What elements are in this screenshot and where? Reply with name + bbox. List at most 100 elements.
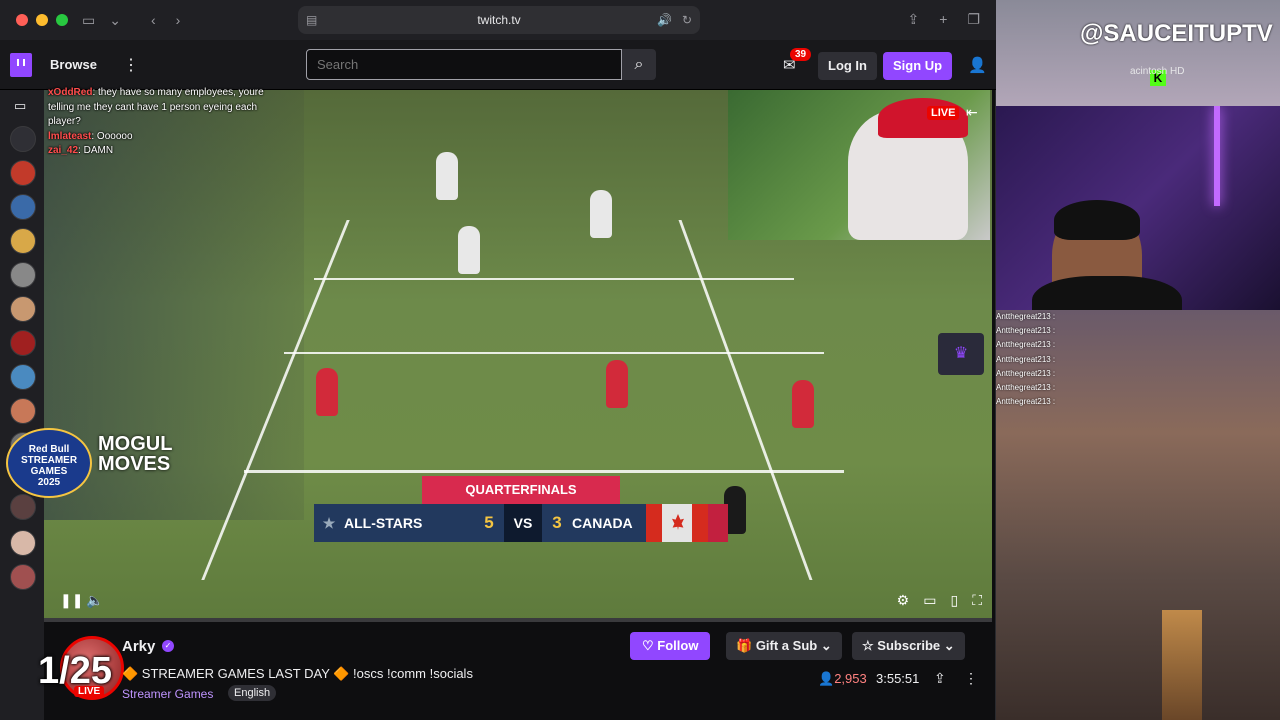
player-figure xyxy=(316,368,338,416)
star-icon: ☆ xyxy=(862,638,878,653)
canada-flag-icon xyxy=(646,504,708,542)
channel-avatar[interactable] xyxy=(10,194,36,220)
category-link[interactable]: Streamer Games xyxy=(122,687,213,701)
tab-overview-icon[interactable]: ❐ xyxy=(967,11,980,28)
fullscreen-icon[interactable]: ⛶ xyxy=(972,592,982,609)
language-tag[interactable]: English xyxy=(228,685,277,701)
search-button[interactable]: ⌕ xyxy=(622,49,656,80)
team1-score: 5 xyxy=(484,513,494,532)
settings-gear-icon[interactable]: ⚙ xyxy=(897,592,910,609)
theatre-mode-icon[interactable]: ▯ xyxy=(950,592,958,609)
player-controls: ❚❚ 🔈 ⚙ ▭ ▯ ⛶ xyxy=(44,588,992,618)
browser-toolbar: ▭ ⌄ ‹ › ▤ twitch.tv 🔊 ↻ ⇪ + ❐ xyxy=(0,0,996,40)
stream-chat-overlay: xOddRed: they have so many employees, yo… xyxy=(48,86,268,159)
mini-chat-line: Antthegreat213 : xyxy=(996,312,1056,321)
mini-chat-line: Antthegreat213 : xyxy=(996,383,1056,393)
sidebar-toggle-icon[interactable]: ▭ xyxy=(82,12,95,29)
scoreboard: QUARTERFINALS ★ ALL-STARS 5 VS 3 CANADA xyxy=(314,476,728,546)
more-menu-icon[interactable]: ⋮ xyxy=(123,55,139,75)
viewer-icon: 👤 xyxy=(818,671,835,686)
collapse-rail-icon[interactable]: ▭ xyxy=(14,98,26,114)
stream-title: 🔶 STREAMER GAMES LAST DAY 🔶 !oscs !comm … xyxy=(122,666,473,681)
followed-channels-rail: ▭ ▭ xyxy=(0,90,44,720)
crown-icon: ♛ xyxy=(938,333,984,375)
player-figure xyxy=(606,360,628,408)
score-bar: ★ ALL-STARS 5 VS 3 CANADA xyxy=(314,504,728,542)
gift-icon: 🎁 xyxy=(736,638,756,653)
chevron-down-icon: ⌄ xyxy=(943,638,955,653)
viewer-count-value: 2,953 xyxy=(834,671,867,686)
seek-bar[interactable] xyxy=(44,618,992,622)
subscribe-button[interactable]: ☆ Subscribe ⌄ xyxy=(852,632,965,660)
pause-icon[interactable]: ❚❚ xyxy=(60,592,83,609)
back-icon[interactable]: ‹ xyxy=(151,12,156,28)
volume-icon[interactable]: 🔈 xyxy=(86,592,103,609)
gift-sub-button[interactable]: 🎁 Gift a Sub ⌄ xyxy=(726,632,842,660)
logo-year: 2025 xyxy=(37,477,61,488)
chat-text: DAMN xyxy=(83,145,114,156)
channel-avatar[interactable] xyxy=(10,564,36,590)
vs-label: VS xyxy=(504,504,542,542)
share-icon[interactable]: ⇪ xyxy=(908,11,920,28)
user-menu-icon[interactable]: 👤 xyxy=(968,56,987,74)
chat-username: xOddRed xyxy=(48,87,93,98)
star-icon: ★ xyxy=(322,514,336,531)
login-button[interactable]: Log In xyxy=(818,52,877,80)
reload-icon[interactable]: ↻ xyxy=(682,13,692,27)
audio-playing-icon[interactable]: 🔊 xyxy=(657,13,672,27)
channel-avatar[interactable] xyxy=(10,398,36,424)
channel-avatar[interactable] xyxy=(10,262,36,288)
chat-username: lmlateast xyxy=(48,130,92,142)
mini-chat-line: Antthegreat213 : xyxy=(996,368,1056,378)
streamer-handle: @SAUCEITUPTV xyxy=(1080,20,1273,47)
follow-button[interactable]: ♡ Follow xyxy=(630,632,711,660)
channel-avatar[interactable] xyxy=(10,330,36,356)
window-controls xyxy=(16,14,68,26)
channel-avatar[interactable] xyxy=(10,228,36,254)
close-window-button[interactable] xyxy=(16,14,28,26)
forward-icon[interactable]: › xyxy=(176,12,181,28)
minimize-window-button[interactable] xyxy=(36,14,48,26)
channel-avatar[interactable] xyxy=(10,530,36,556)
heart-icon: ♡ xyxy=(642,638,658,653)
new-tab-icon[interactable]: + xyxy=(939,11,947,28)
gift-label: Gift a Sub xyxy=(755,638,818,653)
twitch-logo-icon[interactable] xyxy=(10,52,32,77)
address-bar[interactable]: ▤ twitch.tv 🔊 ↻ xyxy=(298,6,700,34)
logo-line2: STREAMER GAMES xyxy=(20,455,78,477)
channel-info-bar: LIVE Arky ✓ 🔶 STREAMER GAMES LAST DAY 🔶 … xyxy=(44,628,992,720)
share-icon[interactable]: ⇪ xyxy=(934,670,946,687)
player-figure xyxy=(436,152,458,200)
follow-label: Follow xyxy=(657,638,699,653)
player-figure xyxy=(792,380,814,428)
channel-name[interactable]: Arky xyxy=(122,638,155,655)
chat-username: zai_42 xyxy=(48,145,79,156)
mini-chat-line: Antthegreat213 : xyxy=(996,326,1056,336)
search-input[interactable] xyxy=(306,49,622,80)
browse-link[interactable]: Browse xyxy=(50,57,97,72)
desktop-drive-label: acintosh HD xyxy=(1130,66,1185,77)
signup-button[interactable]: Sign Up xyxy=(883,52,953,80)
chat-message: zai_42: DAMN xyxy=(48,145,114,156)
channel-avatar[interactable] xyxy=(10,364,36,390)
channel-avatar[interactable] xyxy=(10,296,36,322)
logo-line1: Red Bull xyxy=(28,444,70,455)
round-label: QUARTERFINALS xyxy=(422,476,620,504)
exit-pip-icon[interactable]: ⇤ xyxy=(966,104,978,121)
twitch-top-nav: Browse ⋮ ⌕ ✉ 39 Log In Sign Up 👤 xyxy=(0,40,996,90)
verified-icon: ✓ xyxy=(162,640,174,652)
channel-avatar[interactable] xyxy=(10,160,36,186)
fullscreen-window-button[interactable] xyxy=(56,14,68,26)
chevron-down-icon[interactable]: ⌄ xyxy=(109,12,121,29)
led-strip xyxy=(1214,106,1220,206)
viewer-count: 👤2,953 xyxy=(818,671,867,687)
channel-avatar[interactable] xyxy=(10,126,36,152)
reader-icon[interactable]: ▤ xyxy=(306,13,317,27)
more-options-icon[interactable]: ⋮ xyxy=(964,670,978,687)
desktop-background xyxy=(996,0,1280,106)
notification-badge: 39 xyxy=(790,48,812,61)
search-icon: ⌕ xyxy=(634,55,644,73)
captions-icon[interactable]: ▭ xyxy=(923,592,936,609)
subscribe-label: Subscribe xyxy=(877,638,941,653)
browser-window: ▭ ⌄ ‹ › ▤ twitch.tv 🔊 ↻ ⇪ + ❐ Browse ⋮ S… xyxy=(0,0,996,720)
